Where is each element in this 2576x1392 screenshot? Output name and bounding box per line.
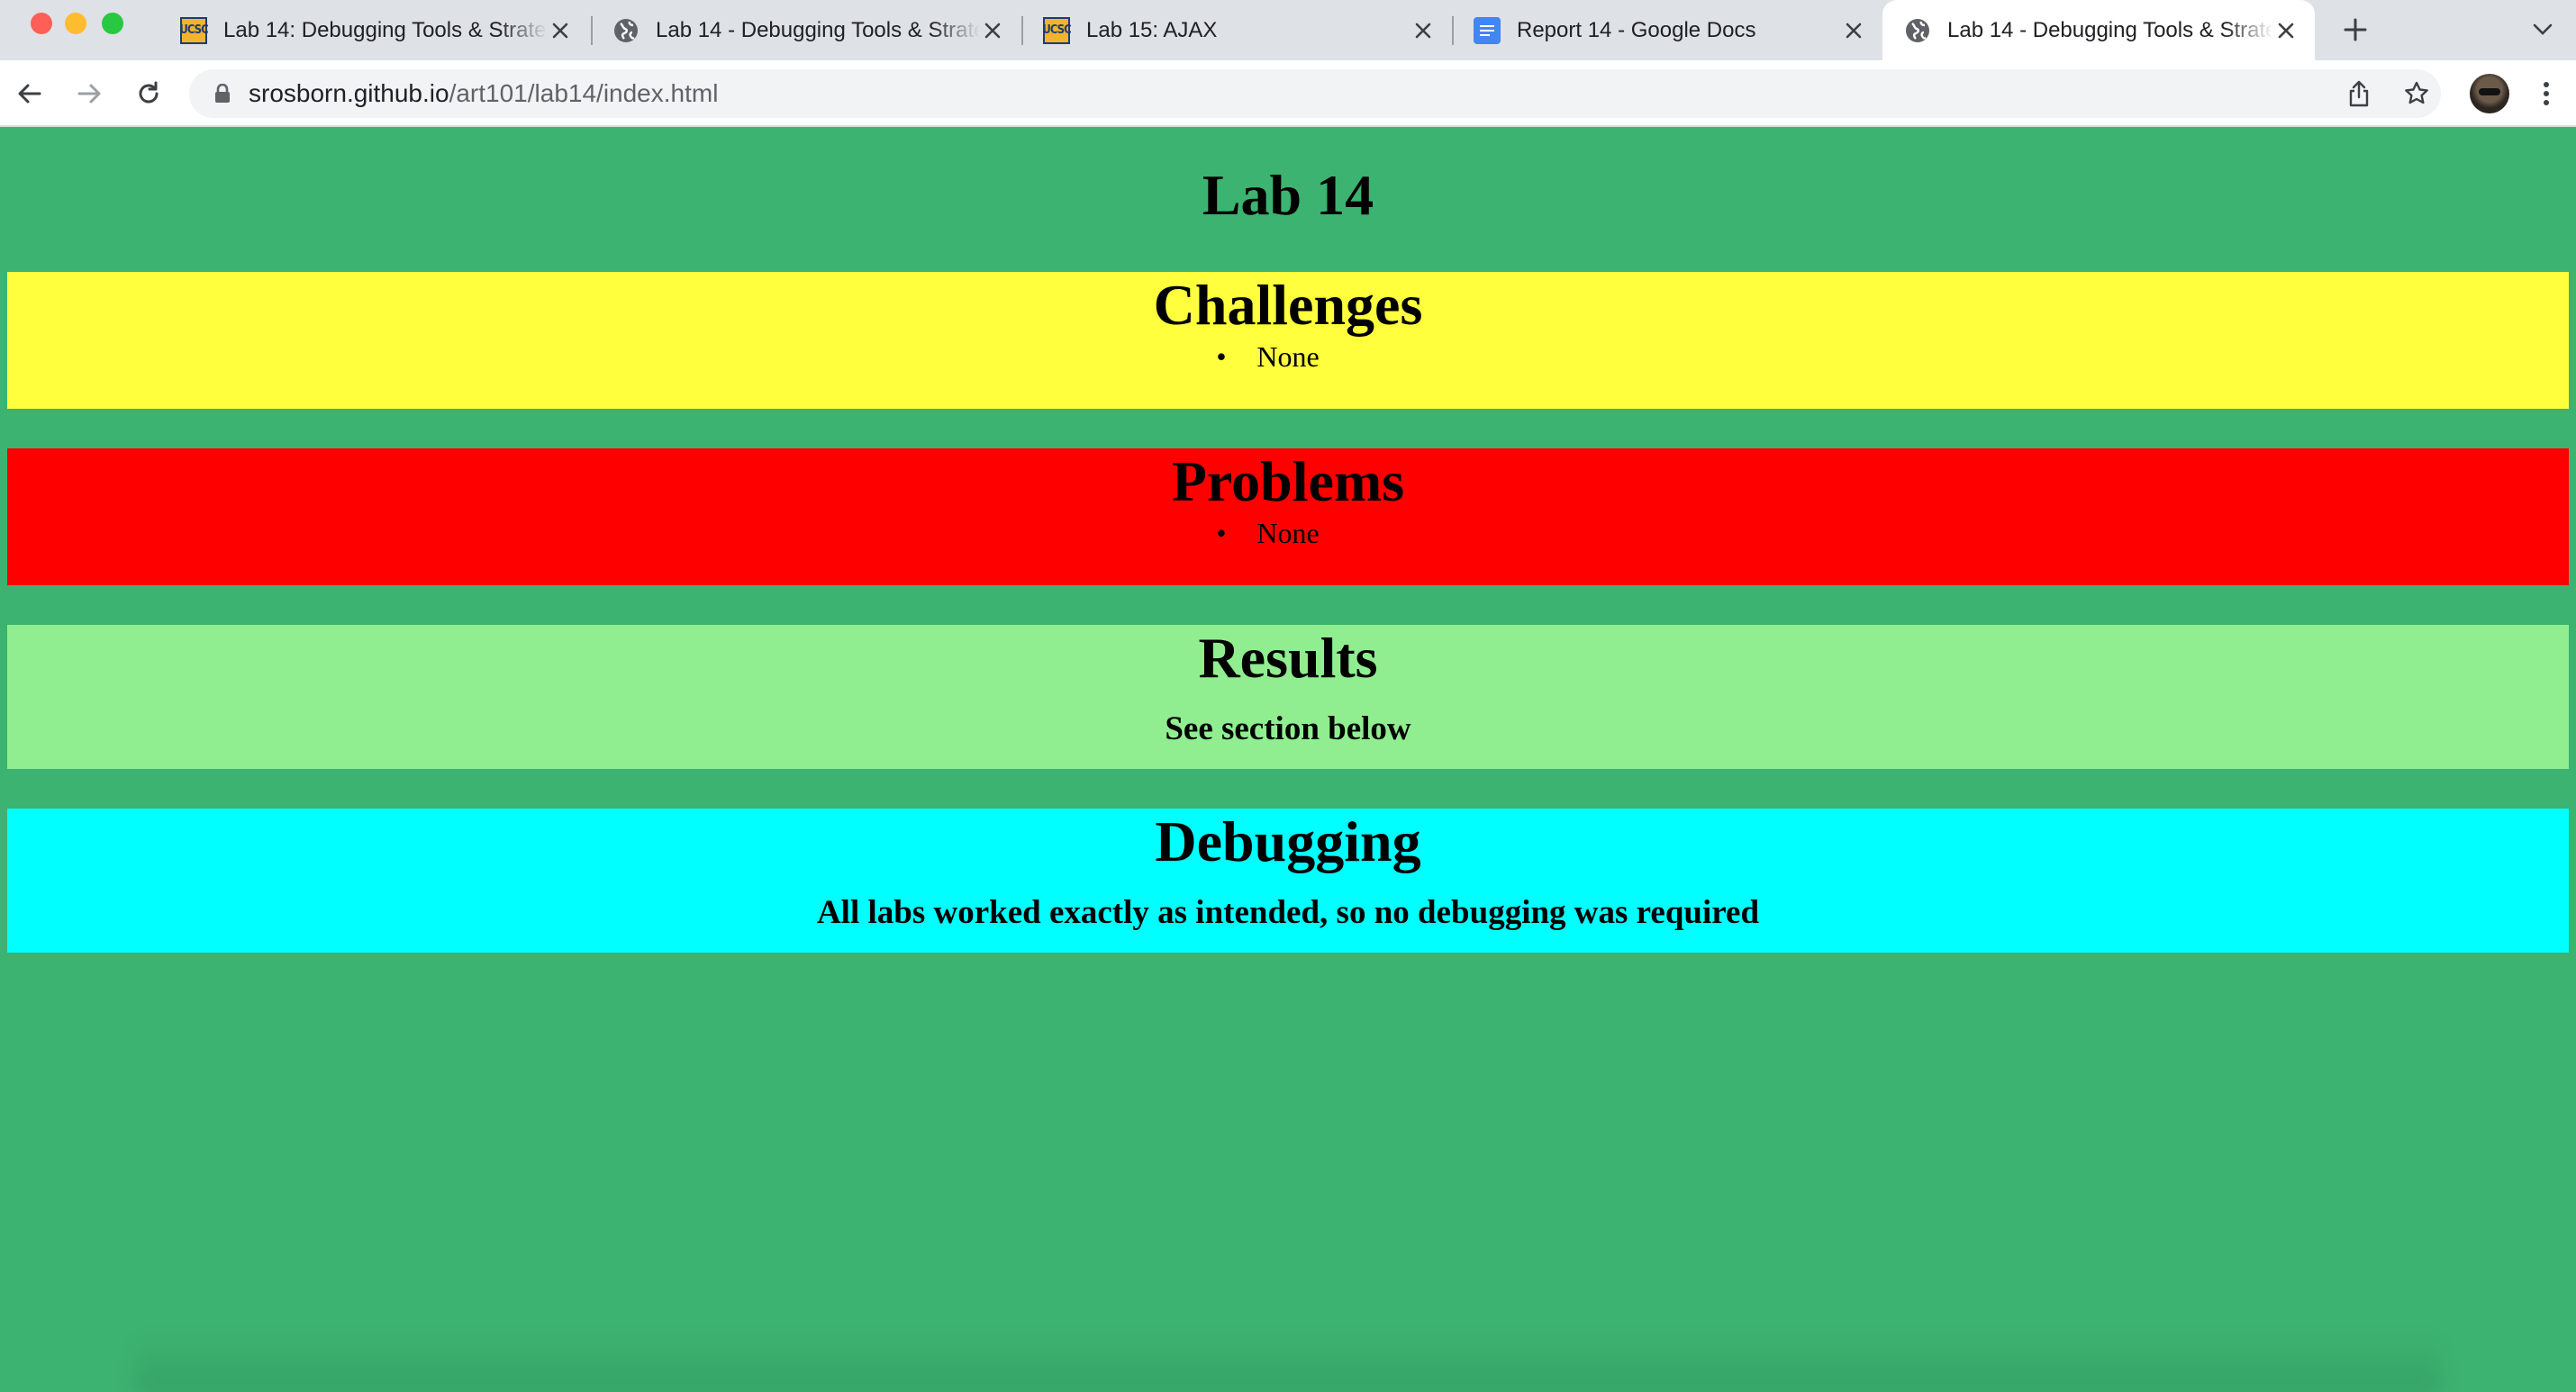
- list-item-text: None: [1256, 517, 1320, 549]
- window-maximize-button[interactable]: [102, 13, 123, 34]
- reload-icon[interactable]: [132, 77, 166, 111]
- close-tab-icon[interactable]: [2273, 18, 2299, 43]
- list-item: • None: [1216, 339, 1320, 375]
- lock-icon[interactable]: [209, 84, 236, 104]
- window-shadow: [135, 1333, 2441, 1392]
- close-tab-icon[interactable]: [548, 18, 573, 43]
- url-text: srosborn.github.io/art101/lab14/index.ht…: [249, 79, 718, 108]
- window-minimize-button[interactable]: [65, 13, 86, 34]
- tab-search-chevron-down-icon[interactable]: [2529, 16, 2556, 43]
- google-docs-icon: [1474, 16, 1501, 44]
- results-text: See section below: [1165, 710, 1411, 747]
- browser-tab-active[interactable]: Lab 14 - Debugging Tools & Strategies: [1882, 0, 2315, 60]
- globe-icon: [612, 17, 639, 44]
- new-tab-button[interactable]: [2338, 13, 2372, 47]
- tab-strip: UCSC Lab 14: Debugging Tools & Strategie…: [0, 0, 2576, 60]
- debugging-text: All labs worked exactly as intended, so …: [816, 894, 1760, 931]
- problems-heading: Problems: [1171, 449, 1405, 513]
- debugging-heading: Debugging: [1155, 809, 1421, 873]
- browser-tab[interactable]: Report 14 - Google Docs: [1452, 0, 1882, 60]
- bookmark-star-icon[interactable]: [2399, 77, 2434, 111]
- debugging-section: Debugging All labs worked exactly as int…: [7, 809, 2569, 953]
- url-host: srosborn.github.io: [249, 79, 449, 107]
- close-tab-icon[interactable]: [1841, 18, 1866, 43]
- profile-avatar[interactable]: [2470, 74, 2509, 113]
- close-tab-icon[interactable]: [1410, 18, 1436, 43]
- results-section: Results See section below: [7, 625, 2569, 769]
- address-bar[interactable]: srosborn.github.io/art101/lab14/index.ht…: [189, 69, 2441, 118]
- back-arrow-icon[interactable]: [13, 77, 47, 111]
- problems-section: Problems • None: [7, 448, 2569, 585]
- tab-title: Report 14 - Google Docs: [1517, 17, 1756, 42]
- share-icon[interactable]: [2342, 77, 2376, 111]
- tab-title: Lab 14: Debugging Tools & Strategies: [223, 17, 548, 42]
- bullet-icon: •: [1216, 340, 1227, 373]
- ucsc-icon: UCSC: [1042, 16, 1072, 44]
- challenges-heading: Challenges: [1153, 273, 1423, 337]
- browser-tab[interactable]: Lab 14 - Debugging Tools & Strategies: [591, 0, 1021, 60]
- page-title: Lab 14: [1202, 163, 1374, 227]
- window-close-button[interactable]: [31, 13, 52, 34]
- close-tab-icon[interactable]: [980, 18, 1005, 43]
- browser-tab[interactable]: UCSC Lab 15: AJAX: [1021, 0, 1452, 60]
- problems-list: • None: [7, 515, 2569, 551]
- tab-title: Lab 14 - Debugging Tools & Strategies: [656, 17, 980, 42]
- list-item: • None: [1216, 515, 1320, 551]
- url-path: /art101/lab14/index.html: [449, 79, 719, 107]
- forward-arrow-icon[interactable]: [72, 77, 106, 111]
- globe-icon: [1904, 17, 1931, 44]
- challenges-list: • None: [7, 339, 2569, 375]
- challenges-section: Challenges • None: [7, 272, 2569, 409]
- page-viewport: Lab 14 Challenges • None Problems • None R…: [0, 127, 2576, 1392]
- tab-title: Lab 15: AJAX: [1086, 17, 1218, 42]
- list-item-text: None: [1256, 340, 1320, 373]
- more-options-icon[interactable]: [2533, 77, 2560, 111]
- browser-toolbar: srosborn.github.io/art101/lab14/index.ht…: [0, 60, 2576, 127]
- ucsc-icon: UCSC: [179, 16, 209, 44]
- browser-tab[interactable]: UCSC Lab 14: Debugging Tools & Strategie…: [159, 0, 589, 60]
- tab-title: Lab 14 - Debugging Tools & Strategies: [1947, 17, 2273, 42]
- results-heading: Results: [1198, 626, 1378, 690]
- bullet-icon: •: [1216, 517, 1227, 549]
